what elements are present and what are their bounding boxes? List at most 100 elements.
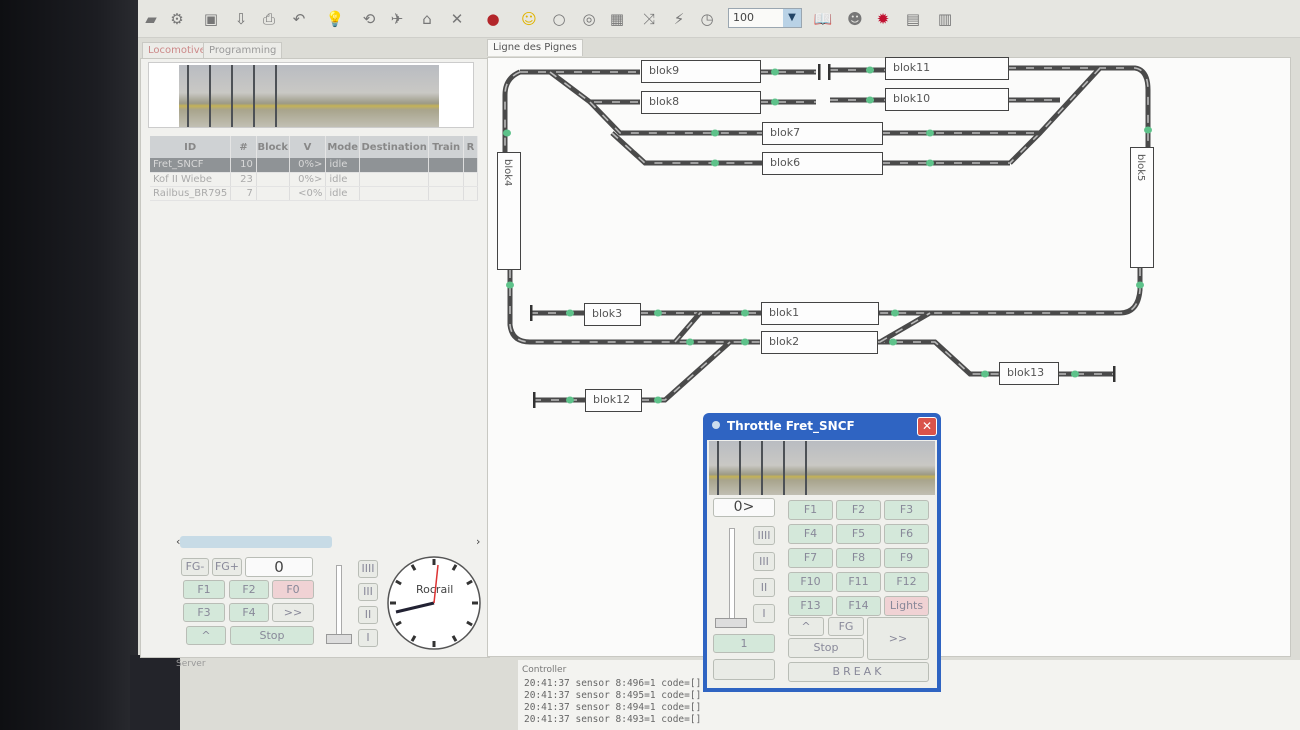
block-blok10[interactable]: blok10	[885, 88, 1009, 111]
log-line: 20:41:37 sensor 8:496=1 code=[]	[524, 678, 702, 689]
grid-icon[interactable]: ▦	[606, 8, 628, 30]
cabinet-icon[interactable]: ▥	[934, 8, 956, 30]
function-button-f3[interactable]: F3	[884, 500, 929, 520]
sensor-icon[interactable]	[771, 68, 779, 76]
sensor-icon[interactable]	[981, 370, 989, 378]
track[interactable]	[877, 339, 1000, 377]
speed-step-button[interactable]: II	[753, 578, 775, 597]
sensor-icon[interactable]	[866, 96, 874, 104]
function-button-f14[interactable]: F14	[836, 596, 881, 616]
track[interactable]	[610, 131, 762, 166]
sensor-icon[interactable]	[741, 338, 749, 346]
track[interactable]	[549, 71, 640, 103]
sensor-icon[interactable]	[1071, 370, 1079, 378]
address-button[interactable]: 1	[713, 634, 775, 653]
speed-slider-track[interactable]	[729, 528, 735, 620]
next-button[interactable]: >>	[867, 617, 929, 660]
house-icon[interactable]: ⌂	[416, 8, 438, 30]
function-button-f7[interactable]: F7	[788, 548, 833, 568]
bulb-icon[interactable]: 💡	[324, 8, 346, 30]
sensor-icon[interactable]	[741, 309, 749, 317]
function-button-f11[interactable]: F11	[836, 572, 881, 592]
function-button-f13[interactable]: F13	[788, 596, 833, 616]
sensor-icon[interactable]	[771, 98, 779, 106]
fg-button[interactable]: FG	[828, 617, 864, 636]
connect-icon[interactable]: ⚡	[668, 8, 690, 30]
direction-button[interactable]: ^	[788, 617, 824, 636]
print-icon[interactable]: ⎙	[258, 8, 280, 30]
track[interactable]	[878, 268, 1143, 316]
shuffle-icon[interactable]: ⤨	[638, 8, 660, 30]
undo-icon[interactable]: ↶	[288, 8, 310, 30]
function-button-f12[interactable]: F12	[884, 572, 929, 592]
speed-step-button[interactable]: I	[753, 604, 775, 623]
close-button[interactable]: ✕	[917, 417, 937, 436]
save-icon[interactable]: ▣	[200, 8, 222, 30]
block-blok3[interactable]: blok3	[584, 303, 641, 326]
close-icon[interactable]: ✕	[446, 8, 468, 30]
book-icon[interactable]: 📖	[812, 8, 834, 30]
speed-step-button[interactable]: IIII	[753, 526, 775, 545]
controller-label: Controller	[522, 665, 567, 675]
people-icon[interactable]: ☻	[844, 8, 866, 30]
sensor-icon[interactable]	[686, 338, 694, 346]
track[interactable]	[878, 268, 1141, 314]
stop-button[interactable]: Stop	[788, 638, 864, 658]
search-icon[interactable]: ◎	[578, 8, 600, 30]
function-button-f6[interactable]: F6	[884, 524, 929, 544]
function-button-f2[interactable]: F2	[836, 500, 881, 520]
block-blok1[interactable]: blok1	[761, 302, 879, 325]
block-blok7[interactable]: blok7	[762, 122, 883, 145]
sensor-icon[interactable]	[1136, 281, 1144, 289]
block-blok8[interactable]: blok8	[641, 91, 761, 114]
smiley-icon[interactable]: ☺	[518, 8, 540, 30]
track[interactable]	[611, 132, 762, 164]
sensor-icon[interactable]	[926, 159, 934, 167]
sensor-icon[interactable]	[866, 66, 874, 74]
sensor-icon[interactable]	[503, 129, 511, 137]
block-blok9[interactable]: blok9	[641, 60, 761, 83]
track[interactable]	[548, 70, 640, 105]
function-button-f9[interactable]: F9	[884, 548, 929, 568]
block-blok6[interactable]: blok6	[762, 152, 883, 175]
block-blok4[interactable]: blok4	[497, 152, 521, 270]
function-button-f8[interactable]: F8	[836, 548, 881, 568]
block-blok12[interactable]: blok12	[585, 389, 642, 412]
sensor-icon[interactable]	[926, 129, 934, 137]
sensor-icon[interactable]	[711, 129, 719, 137]
function-button-f1[interactable]: F1	[788, 500, 833, 520]
notepad-icon[interactable]: ▤	[902, 8, 924, 30]
sensor-icon[interactable]	[506, 281, 514, 289]
apple-icon[interactable]: ○	[548, 8, 570, 30]
sensor-icon[interactable]	[711, 159, 719, 167]
function-button-f5[interactable]: F5	[836, 524, 881, 544]
sensor-icon[interactable]	[654, 396, 662, 404]
break-button[interactable]: BREAK	[788, 662, 929, 682]
block-blok2[interactable]: blok2	[761, 331, 878, 354]
function-button-f4[interactable]: F4	[788, 524, 833, 544]
plane-icon[interactable]: ✈	[386, 8, 408, 30]
sensor-icon[interactable]	[566, 309, 574, 317]
sensor-icon[interactable]	[891, 309, 899, 317]
loop-icon[interactable]: ⟲	[358, 8, 380, 30]
stop-icon[interactable]: ●	[482, 8, 504, 30]
speed-step-button[interactable]: III	[753, 552, 775, 571]
empty-field	[713, 659, 775, 680]
track[interactable]	[641, 340, 732, 403]
track[interactable]	[878, 310, 932, 345]
function-button-f10[interactable]: F10	[788, 572, 833, 592]
speed-slider-handle[interactable]	[715, 618, 747, 628]
turnouts-icon[interactable]: ⚙	[166, 8, 188, 30]
sensor-icon[interactable]	[654, 309, 662, 317]
clock-icon[interactable]: ◷	[696, 8, 718, 30]
block-blok13[interactable]: blok13	[999, 362, 1059, 385]
function-button-lights[interactable]: Lights	[884, 596, 929, 616]
sensor-icon[interactable]	[1144, 126, 1152, 134]
sensor-icon[interactable]	[889, 338, 897, 346]
download-icon[interactable]: ⇩	[230, 8, 252, 30]
alert-icon[interactable]: ✹	[872, 8, 894, 30]
block-blok11[interactable]: blok11	[885, 57, 1009, 80]
block-blok5[interactable]: blok5	[1130, 147, 1154, 268]
locomotives-icon[interactable]: ▰	[140, 8, 162, 30]
sensor-icon[interactable]	[566, 396, 574, 404]
